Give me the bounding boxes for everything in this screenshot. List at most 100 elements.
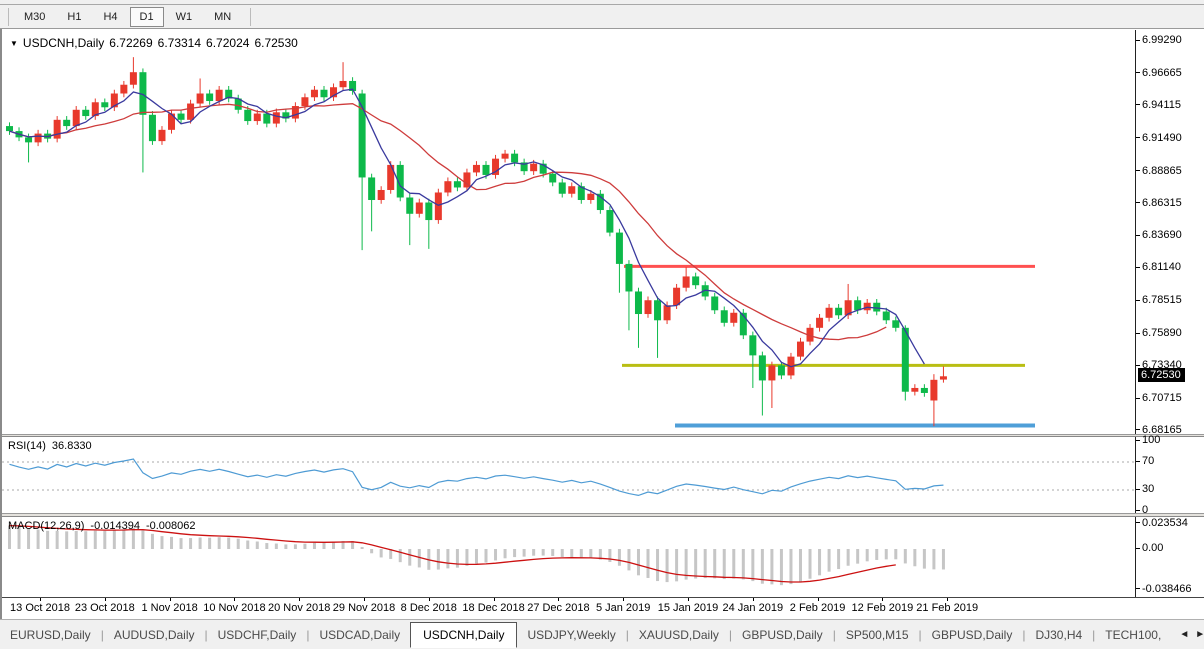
candle-body [73,110,80,126]
rsi-chart[interactable] [2,437,1135,513]
candle-body [559,182,566,193]
macd-histogram-bar [637,549,640,575]
tab-sp500-m15[interactable]: SP500,M15 [836,623,919,647]
chart-symbol-label: USDCNH,Daily [23,36,104,50]
candle-body [645,300,652,314]
candle-body [759,355,766,380]
macd-histogram-bar [399,549,402,562]
price-axis-label: 6.81140 [1136,261,1181,273]
candle-body [816,318,823,328]
candle-body [158,130,165,141]
tab-xauusd-daily[interactable]: XAUUSD,Daily [629,623,729,647]
tab-gbpusd-daily[interactable]: GBPUSD,Daily [732,623,833,647]
candle-body [35,134,42,143]
chart-collapse-icon[interactable]: ▼ [10,39,18,48]
macd-histogram-bar [894,549,897,559]
macd-histogram-bar [465,549,468,566]
tab-usdcnh-daily[interactable]: USDCNH,Daily [410,622,517,648]
macd-histogram-bar [151,534,154,549]
tab-usdcad-daily[interactable]: USDCAD,Daily [309,623,410,647]
date-axis[interactable]: 13 Oct 201823 Oct 20181 Nov 201810 Nov 2… [2,597,1204,618]
tab-usdchf-daily[interactable]: USDCHF,Daily [208,623,307,647]
date-tick [558,598,559,601]
candle-body [320,90,327,98]
candle-body [654,300,661,320]
candle-body [911,388,918,392]
candle-body [473,165,480,173]
timeframe-button-w1[interactable]: W1 [166,7,203,27]
macd-histogram-bar [370,549,373,553]
macd-histogram-bar [94,531,97,549]
macd-signal-value: -0.008062 [146,520,196,532]
tab-scroll-left-icon[interactable]: ◄ [1179,629,1189,640]
candle-body [216,90,223,101]
price-axis-label: 6.78515 [1136,294,1182,306]
timeframe-button-mn[interactable]: MN [204,7,241,27]
rsi-panel[interactable]: RSI(14) 36.8330 10070300 [2,437,1204,513]
tab-dj30-h4[interactable]: DJ30,H4 [1025,623,1092,647]
macd-histogram-bar [189,538,192,549]
candle-body [835,308,842,316]
timeframe-button-m30[interactable]: M30 [14,7,55,27]
macd-axis-label: 0.023534 [1136,517,1188,529]
macd-histogram-bar [828,549,831,572]
macd-histogram-bar [647,549,650,578]
macd-histogram-bar [818,549,821,575]
candle-body [340,81,347,87]
candle-body [425,203,432,221]
macd-histogram-bar [332,542,335,549]
price-axis-label: 6.86315 [1136,197,1182,209]
candle-body [692,276,699,285]
candle-body [616,233,623,264]
candle-body [454,181,461,187]
candle-body [635,291,642,314]
date-tick [882,598,883,601]
candlestick-chart[interactable] [2,30,1135,434]
price-axis-label: 6.96665 [1136,67,1182,79]
date-axis-label: 29 Nov 2018 [333,602,395,614]
rsi-label-row: RSI(14) 36.8330 [8,440,92,452]
macd-histogram-bar [770,549,773,584]
macd-panel[interactable]: MACD(12,26,9) -0.014394 -0.008062 0.0235… [2,517,1204,597]
timeframe-button-d1[interactable]: D1 [130,7,164,27]
chart-window: ▼ USDCNH,Daily 6.72269 6.73314 6.72024 6… [0,29,1204,619]
date-axis-label: 23 Oct 2018 [75,602,135,614]
macd-histogram-bar [942,549,945,569]
macd-axis-label: -0.038466 [1136,583,1192,595]
macd-histogram-bar [723,549,726,579]
macd-histogram-bar [694,549,697,579]
tab-scroll-right-icon[interactable]: ► [1195,629,1204,640]
tab-tech100-[interactable]: TECH100, [1095,623,1171,647]
candle-body [568,186,575,194]
macd-histogram-bar [170,537,173,549]
tab-audusd-daily[interactable]: AUDUSD,Daily [104,623,205,647]
price-chart-panel[interactable]: ▼ USDCNH,Daily 6.72269 6.73314 6.72024 6… [2,30,1204,434]
chart-title: ▼ USDCNH,Daily 6.72269 6.73314 6.72024 6… [10,36,298,50]
macd-histogram-bar [180,538,183,549]
candle-body [101,102,108,107]
date-tick [494,598,495,601]
tab-gbpusd-daily[interactable]: GBPUSD,Daily [922,623,1023,647]
macd-histogram-bar [580,549,583,558]
candle-body [530,164,537,172]
macd-histogram-bar [742,549,745,579]
rsi-axis-label: 100 [1136,434,1160,446]
macd-histogram-bar [675,549,678,581]
macd-histogram-bar [618,549,621,566]
timeframe-button-h1[interactable]: H1 [57,7,91,27]
tab-usdjpy-weekly[interactable]: USDJPY,Weekly [517,623,625,647]
macd-histogram-bar [885,549,888,559]
price-axis-label: 6.73340 [1136,359,1182,371]
candle-body [187,104,194,120]
timeframe-toolbar: M30H1H4D1W1MN [0,5,1204,29]
ohlc-close: 6.72530 [254,36,297,50]
tab-eurusd-daily[interactable]: EURUSD,Daily [0,623,101,647]
candle-body [502,154,509,159]
price-axis-label: 6.75890 [1136,327,1182,339]
timeframe-button-h4[interactable]: H4 [93,7,127,27]
macd-histogram-bar [199,538,202,549]
candle-body [82,110,89,116]
macd-histogram-bar [380,549,383,557]
candle-body [664,305,671,320]
price-axis-label: 6.99290 [1136,34,1182,46]
